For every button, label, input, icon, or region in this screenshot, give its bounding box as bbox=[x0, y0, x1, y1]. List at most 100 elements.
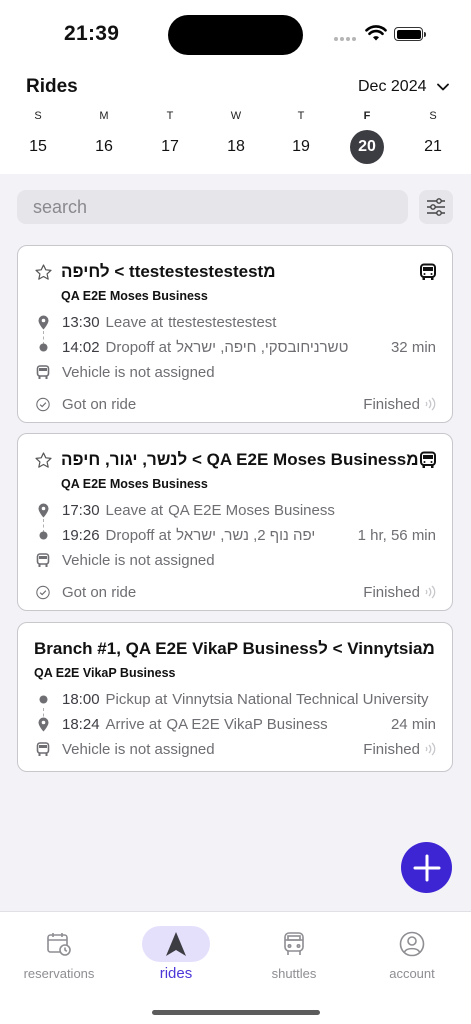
user-circle-icon bbox=[399, 931, 425, 957]
arrive-row: 18:24 Arrive at QA E2E VikaP Business 24… bbox=[36, 714, 436, 734]
trip-status-label: Finished bbox=[363, 395, 420, 413]
bus-icon bbox=[36, 741, 50, 756]
pin-icon bbox=[38, 717, 48, 731]
status-row: Got on ride Finished bbox=[36, 394, 436, 414]
ride-title: Branch #1, QA E2E VikaP Businessל < Vinn… bbox=[34, 639, 435, 658]
dropoff-time: 19:26 bbox=[62, 526, 100, 544]
tab-label: reservations bbox=[23, 966, 95, 981]
week-strip: S 15 M 16 T 17 W 18 T 19 F 20 S 21 bbox=[0, 108, 471, 168]
vehicle-status: Vehicle is not assigned bbox=[62, 363, 215, 381]
dropoff-place: טשרניחובסקי, חיפה, ישראל bbox=[176, 338, 349, 356]
ride-duration: 24 min bbox=[390, 715, 436, 733]
page-title: Rides bbox=[26, 76, 78, 97]
rides-list-area: search לחיפה < ttestestestestestמ QA E2E… bbox=[0, 174, 471, 912]
weekday-letter: F bbox=[363, 110, 371, 122]
leave-label: Leave at bbox=[105, 313, 164, 331]
dropoff-row: 14:02 Dropoff at טשרניחובסקי, חיפה, ישרא… bbox=[36, 337, 436, 357]
weekday-letter: T bbox=[166, 110, 174, 122]
tab-account[interactable]: account bbox=[357, 926, 467, 981]
ride-duration: 1 hr, 56 min bbox=[357, 526, 436, 544]
signal-waves-icon bbox=[425, 397, 436, 411]
plus-icon bbox=[413, 854, 440, 881]
ride-duration: 32 min bbox=[390, 338, 436, 356]
vehicle-row: Vehicle is not assigned bbox=[36, 550, 436, 570]
company-name: QA E2E VikaP Business bbox=[34, 666, 176, 680]
home-indicator bbox=[152, 1010, 320, 1015]
add-ride-button[interactable] bbox=[401, 842, 452, 893]
weekday-letter: W bbox=[230, 110, 242, 122]
dot-icon bbox=[39, 695, 47, 703]
check-circle-icon bbox=[36, 397, 50, 411]
dropoff-label: Dropoff at bbox=[105, 526, 172, 544]
day-fri[interactable]: F 20 bbox=[347, 108, 387, 164]
day-number-selected: 20 bbox=[350, 130, 384, 164]
day-sat[interactable]: S 21 bbox=[413, 108, 453, 164]
star-icon[interactable] bbox=[34, 451, 53, 470]
trip-status: Finished bbox=[363, 584, 436, 601]
day-tue[interactable]: T 17 bbox=[150, 108, 190, 164]
vehicle-row: Vehicle is not assigned bbox=[36, 362, 436, 382]
filter-button[interactable] bbox=[419, 190, 453, 224]
month-selector[interactable]: Dec 2024 bbox=[358, 78, 449, 96]
trip-status: Finished bbox=[363, 396, 436, 413]
vehicle-row: Vehicle is not assigned Finished bbox=[36, 739, 436, 759]
ride-card[interactable]: לנשר, יגור, חיפה < QA E2E Moses Business… bbox=[17, 433, 453, 611]
bus-icon bbox=[36, 364, 50, 379]
arrive-label: Arrive at bbox=[105, 715, 162, 733]
signal-waves-icon bbox=[425, 585, 436, 599]
search-input[interactable]: search bbox=[17, 190, 408, 224]
trip-status-label: Finished bbox=[363, 740, 420, 758]
dot-icon bbox=[39, 531, 47, 539]
pickup-row: 18:00 Pickup at Vinnytsia National Techn… bbox=[36, 689, 436, 709]
leave-place: QA E2E Moses Business bbox=[168, 501, 335, 519]
day-number: 19 bbox=[292, 138, 310, 155]
arrive-time: 18:24 bbox=[62, 715, 100, 733]
pickup-place: Vinnytsia National Technical University bbox=[172, 690, 429, 708]
dropoff-time: 14:02 bbox=[62, 338, 100, 356]
dropoff-row: 19:26 Dropoff at יפה נוף 2, נשר, ישראל 1… bbox=[36, 525, 436, 545]
tab-rides[interactable]: rides bbox=[121, 926, 231, 982]
arrive-place: QA E2E VikaP Business bbox=[166, 715, 328, 733]
tab-label: rides bbox=[159, 965, 193, 982]
month-label: Dec 2024 bbox=[358, 78, 427, 95]
vehicle-status: Vehicle is not assigned bbox=[62, 551, 215, 569]
company-name: QA E2E Moses Business bbox=[61, 289, 208, 303]
calendar-clock-icon bbox=[47, 933, 71, 956]
pickup-time: 18:00 bbox=[62, 690, 100, 708]
day-thu[interactable]: T 19 bbox=[281, 108, 321, 164]
battery-icon bbox=[394, 27, 426, 41]
pickup-label: Pickup at bbox=[105, 690, 168, 708]
star-icon[interactable] bbox=[34, 263, 53, 282]
weekday-letter: T bbox=[297, 110, 305, 122]
day-sun[interactable]: S 15 bbox=[18, 108, 58, 164]
wifi-icon bbox=[365, 25, 387, 41]
tab-bar: reservations rides shuttles account bbox=[0, 911, 471, 1024]
day-number: 15 bbox=[29, 138, 47, 155]
sliders-icon bbox=[427, 198, 445, 216]
status-time: 21:39 bbox=[64, 22, 120, 45]
company-name: QA E2E Moses Business bbox=[61, 477, 208, 491]
tab-label: account bbox=[389, 966, 435, 981]
leave-time: 17:30 bbox=[62, 501, 100, 519]
day-mon[interactable]: M 16 bbox=[84, 108, 124, 164]
leave-row: 17:30 Leave at QA E2E Moses Business bbox=[36, 500, 436, 520]
day-number: 17 bbox=[161, 138, 179, 155]
weekday-letter: S bbox=[429, 110, 437, 122]
status-row: Got on ride Finished bbox=[36, 582, 436, 602]
dynamic-island bbox=[168, 15, 303, 55]
weekday-letter: M bbox=[99, 110, 109, 122]
bus-icon bbox=[418, 262, 438, 282]
ride-title: לנשר, יגור, חיפה < QA E2E Moses Business… bbox=[61, 450, 418, 469]
day-number: 21 bbox=[424, 138, 442, 155]
dot-icon bbox=[39, 343, 47, 351]
day-number: 16 bbox=[95, 138, 113, 155]
day-wed[interactable]: W 18 bbox=[216, 108, 256, 164]
trip-status: Finished bbox=[363, 741, 436, 758]
ride-card[interactable]: Branch #1, QA E2E VikaP Businessל < Vinn… bbox=[17, 622, 453, 772]
leave-label: Leave at bbox=[105, 501, 164, 519]
ride-card[interactable]: לחיפה < ttestestestestestמ QA E2E Moses … bbox=[17, 245, 453, 423]
navigation-arrow-icon bbox=[166, 932, 186, 956]
status-bar: 21:39 bbox=[0, 0, 471, 70]
tab-reservations[interactable]: reservations bbox=[4, 926, 114, 981]
tab-shuttles[interactable]: shuttles bbox=[239, 926, 349, 981]
